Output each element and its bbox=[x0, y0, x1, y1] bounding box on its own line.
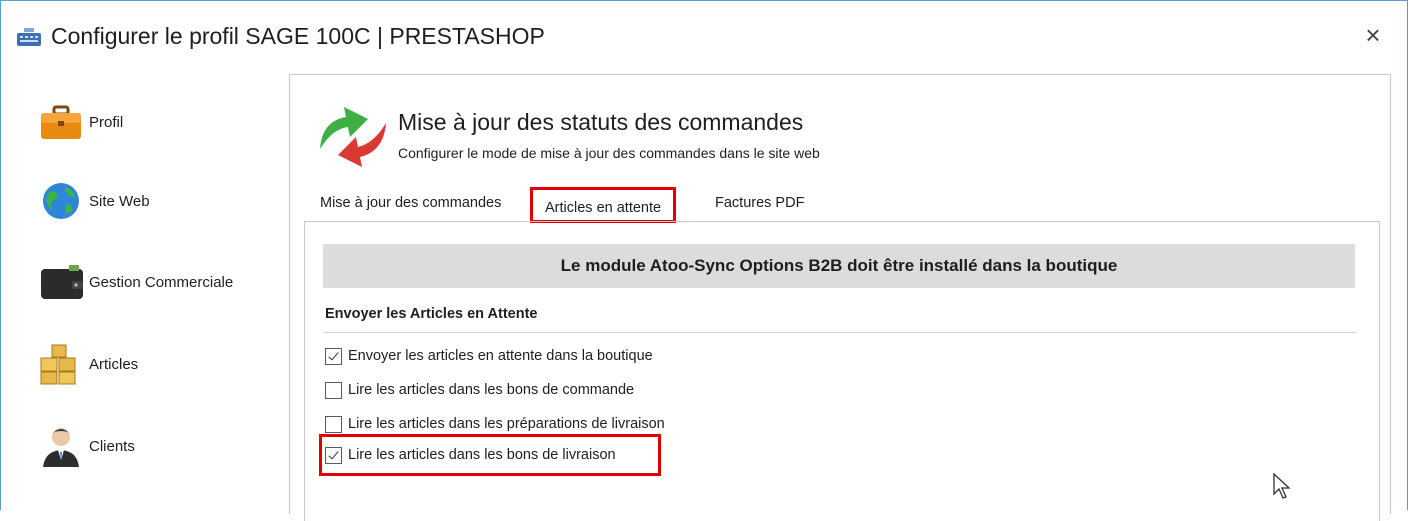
page-subtitle: Configurer le mode de mise à jour des co… bbox=[398, 145, 820, 161]
tab-panel: Le module Atoo-Sync Options B2B doit êtr… bbox=[304, 221, 1380, 521]
main-panel: Mise à jour des statuts des commandes Co… bbox=[289, 74, 1391, 521]
checkbox[interactable] bbox=[325, 347, 342, 365]
page-title: Mise à jour des statuts des commandes bbox=[398, 109, 804, 135]
sidebar-item-label: Clients bbox=[89, 437, 135, 455]
mouse-cursor-icon bbox=[1273, 473, 1291, 499]
checkbox-bons-de-commande[interactable]: Lire les articles dans les bons de comma… bbox=[325, 378, 634, 402]
checkbox-envoyer-articles[interactable]: Envoyer les articles en attente dans la … bbox=[325, 344, 653, 368]
wallet-icon bbox=[41, 265, 83, 299]
checkbox-preparations-livraison[interactable]: Lire les articles dans les préparations … bbox=[325, 412, 665, 436]
globe-icon bbox=[43, 183, 79, 219]
sidebar-item-site-web[interactable]: Site Web bbox=[39, 176, 150, 226]
sidebar-item-gestion-commerciale[interactable]: Gestion Commerciale bbox=[39, 257, 233, 307]
info-banner: Le module Atoo-Sync Options B2B doit êtr… bbox=[323, 244, 1355, 288]
checkbox-label: Lire les articles dans les bons de livra… bbox=[348, 447, 616, 463]
checkbox[interactable] bbox=[325, 381, 342, 399]
sidebar-item-label: Profil bbox=[89, 113, 124, 131]
close-button[interactable]: × bbox=[1355, 17, 1391, 53]
sidebar-item-label: Articles bbox=[89, 355, 139, 373]
app-icon bbox=[17, 28, 41, 46]
section-divider bbox=[323, 332, 1357, 333]
checkbox-label: Lire les articles dans les bons de comma… bbox=[348, 382, 635, 398]
checkbox-bons-de-livraison[interactable]: Lire les articles dans les bons de livra… bbox=[325, 443, 616, 467]
section-label: Envoyer les Articles en Attente bbox=[325, 306, 538, 322]
tab-articles-en-attente[interactable]: Articles en attente bbox=[530, 187, 677, 223]
checkbox-label: Lire les articles dans les préparations … bbox=[348, 416, 665, 432]
sidebar-item-profil[interactable]: Profil bbox=[39, 97, 123, 147]
tab-mise-a-jour-commandes[interactable]: Mise à jour des commandes bbox=[320, 195, 501, 211]
sidebar-item-label: Gestion Commerciale bbox=[89, 273, 234, 291]
sidebar: Profil Site Web Gestion Commerciale Arti… bbox=[1, 71, 289, 511]
briefcase-icon bbox=[41, 105, 81, 139]
checkbox[interactable] bbox=[325, 415, 342, 433]
sidebar-item-label: Site Web bbox=[89, 192, 150, 210]
checkbox[interactable] bbox=[325, 446, 342, 464]
dialog-window: Configurer le profil SAGE 100C | PRESTAS… bbox=[0, 0, 1408, 521]
person-icon bbox=[43, 428, 79, 467]
sync-arrows-icon bbox=[320, 107, 386, 167]
sidebar-item-clients[interactable]: Clients bbox=[39, 421, 135, 471]
boxes-icon bbox=[40, 344, 76, 385]
title-bar: Configurer le profil SAGE 100C | PRESTAS… bbox=[1, 1, 1407, 71]
sidebar-item-articles[interactable]: Articles bbox=[39, 339, 138, 389]
checkbox-label: Envoyer les articles en attente dans la … bbox=[348, 348, 653, 364]
tab-factures-pdf[interactable]: Factures PDF bbox=[715, 195, 804, 211]
window-title: Configurer le profil SAGE 100C | PRESTAS… bbox=[51, 23, 545, 49]
